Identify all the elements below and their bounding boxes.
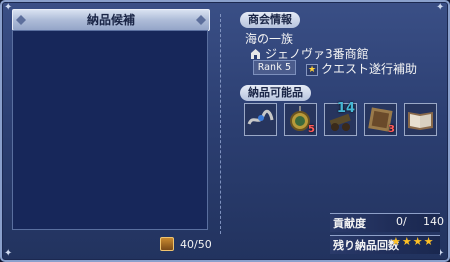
panel-divider	[220, 14, 222, 234]
remaining-stars: ★★★★	[391, 235, 435, 248]
rope-item-icon	[245, 104, 276, 135]
deliverable-title: 納品可能品	[240, 85, 311, 101]
contribution-max: 140	[423, 215, 444, 228]
rank-badge: Rank 5	[253, 60, 296, 75]
diamond-ornament-icon	[16, 15, 26, 25]
diamond-ornament-icon	[196, 15, 206, 25]
contribution-value: 0/	[396, 215, 407, 228]
star-icon: ★	[306, 64, 318, 76]
rank-value: 5	[285, 62, 292, 73]
rank-label: Rank	[257, 62, 283, 73]
deliverable-item[interactable]: 5	[284, 103, 317, 136]
item-quantity: 5	[308, 124, 315, 135]
quest-support-row: ★ クエスト遂行補助	[306, 60, 417, 77]
candidate-list-title: 納品候補	[86, 13, 135, 27]
deliverable-item[interactable]	[404, 103, 437, 136]
chest-icon	[160, 237, 174, 251]
candidate-list[interactable]	[12, 30, 208, 230]
book-item-icon	[405, 104, 436, 135]
capacity-count: 40/50	[180, 238, 212, 251]
item-quantity: 3	[388, 124, 395, 135]
item-quantity: 14	[336, 101, 355, 116]
building-icon	[251, 49, 260, 59]
contribution-label: 貢献度	[333, 217, 366, 230]
remaining-label: 残り納品回数	[333, 239, 399, 252]
deliverable-item[interactable]	[244, 103, 277, 136]
deliverable-item[interactable]: 3	[364, 103, 397, 136]
candidate-list-header: 納品候補	[12, 9, 210, 31]
building-name: ジェノヴァ3番商館	[265, 47, 369, 61]
quest-support-text: クエスト遂行補助	[321, 62, 418, 76]
guild-info-title: 商会情報	[240, 12, 300, 28]
corner-ornament-icon: ✦	[4, 248, 13, 259]
deliverable-item[interactable]: 14	[324, 101, 357, 136]
corner-ornament-icon: ✦	[436, 2, 445, 13]
